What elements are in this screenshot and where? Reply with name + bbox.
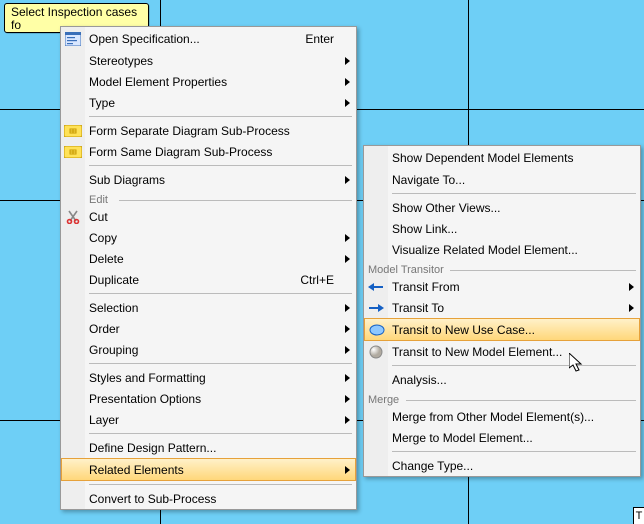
menu-label: Open Specification...	[89, 32, 287, 46]
subprocess-separate-icon	[64, 123, 82, 139]
menu-label: Type	[89, 96, 334, 110]
menu-label: Navigate To...	[392, 173, 618, 187]
separator	[392, 365, 636, 366]
menu-label: Convert to Sub-Process	[89, 492, 334, 506]
menu-item-show-link[interactable]: Show Link...	[364, 218, 640, 239]
menu-label: Transit to New Use Case...	[392, 323, 618, 337]
menu-item-copy[interactable]: Copy	[61, 227, 356, 248]
group-label: Edit	[89, 194, 110, 206]
separator	[89, 165, 352, 166]
menu-item-analysis[interactable]: Analysis...	[364, 369, 640, 390]
separator	[89, 484, 352, 485]
subprocess-same-icon	[64, 144, 82, 160]
menu-item-visualize-related[interactable]: Visualize Related Model Element...	[364, 239, 640, 260]
menu-item-cut[interactable]: Cut	[61, 206, 356, 227]
menu-label: Delete	[89, 252, 334, 266]
menu-item-type[interactable]: Type	[61, 92, 356, 113]
menu-label: Show Other Views...	[392, 201, 618, 215]
menu-item-define-design-pattern[interactable]: Define Design Pattern...	[61, 437, 356, 458]
menu-item-form-same-subprocess[interactable]: Form Same Diagram Sub-Process	[61, 141, 356, 162]
menu-item-merge-to[interactable]: Merge to Model Element...	[364, 427, 640, 448]
menu-label: Model Element Properties	[89, 75, 334, 89]
menu-item-delete[interactable]: Delete	[61, 248, 356, 269]
menu-item-grouping[interactable]: Grouping	[61, 339, 356, 360]
menu-label: Change Type...	[392, 459, 618, 473]
menu-item-transit-to[interactable]: Transit To	[364, 297, 640, 318]
menu-label: Analysis...	[392, 373, 618, 387]
menu-item-styles-formatting[interactable]: Styles and Formatting	[61, 367, 356, 388]
transit-to-icon	[367, 300, 385, 316]
menu-label: Form Separate Diagram Sub-Process	[89, 124, 334, 138]
menu-label: Grouping	[89, 343, 334, 357]
menu-item-presentation-options[interactable]: Presentation Options	[61, 388, 356, 409]
group-label: Merge	[368, 394, 401, 406]
menu-item-transit-new-model-element[interactable]: Transit to New Model Element...	[364, 341, 640, 362]
menu-label: Merge to Model Element...	[392, 431, 618, 445]
group-edit: Edit	[89, 195, 352, 204]
menu-label: Sub Diagrams	[89, 173, 334, 187]
menu-item-duplicate[interactable]: Duplicate Ctrl+E	[61, 269, 356, 290]
menu-label: Styles and Formatting	[89, 371, 334, 385]
menu-label: Copy	[89, 231, 334, 245]
menu-item-open-specification[interactable]: Open Specification... Enter	[61, 27, 356, 50]
context-menu-related-elements: Show Dependent Model Elements Navigate T…	[363, 145, 641, 477]
separator	[89, 433, 352, 434]
cut-icon	[64, 209, 82, 225]
menu-label: Transit To	[392, 301, 618, 315]
menu-label: Transit to New Model Element...	[392, 345, 618, 359]
menu-item-convert-to-subprocess[interactable]: Convert to Sub-Process	[61, 488, 356, 509]
menu-item-layer[interactable]: Layer	[61, 409, 356, 430]
menu-label: Define Design Pattern...	[89, 441, 334, 455]
menu-label: Order	[89, 322, 334, 336]
menu-item-transit-from[interactable]: Transit From	[364, 276, 640, 297]
menu-item-navigate-to[interactable]: Navigate To...	[364, 169, 640, 190]
menu-item-merge-from[interactable]: Merge from Other Model Element(s)...	[364, 406, 640, 427]
menu-item-transit-new-use-case[interactable]: Transit to New Use Case...	[364, 318, 640, 341]
menu-item-related-elements[interactable]: Related Elements	[61, 458, 356, 481]
properties-icon	[64, 31, 82, 47]
menu-shortcut: Enter	[305, 32, 334, 46]
menu-item-change-type[interactable]: Change Type...	[364, 455, 640, 476]
menu-item-show-other-views[interactable]: Show Other Views...	[364, 197, 640, 218]
sphere-icon	[367, 344, 385, 360]
separator	[89, 363, 352, 364]
menu-item-sub-diagrams[interactable]: Sub Diagrams	[61, 169, 356, 190]
context-menu-main: Open Specification... Enter Stereotypes …	[60, 26, 357, 510]
menu-item-model-element-properties[interactable]: Model Element Properties	[61, 71, 356, 92]
group-model-transitor: Model Transitor	[368, 265, 636, 274]
menu-item-show-dependent-elements[interactable]: Show Dependent Model Elements	[364, 146, 640, 169]
menu-item-stereotypes[interactable]: Stereotypes	[61, 50, 356, 71]
menu-label: Visualize Related Model Element...	[392, 243, 618, 257]
canvas-corner-marker: T	[633, 507, 644, 524]
menu-item-order[interactable]: Order	[61, 318, 356, 339]
menu-label: Show Link...	[392, 222, 618, 236]
separator	[392, 193, 636, 194]
menu-label: Duplicate	[89, 273, 282, 287]
group-merge: Merge	[368, 395, 636, 404]
menu-shortcut: Ctrl+E	[300, 273, 334, 287]
use-case-icon	[368, 322, 386, 338]
menu-label: Merge from Other Model Element(s)...	[392, 410, 618, 424]
transit-from-icon	[367, 279, 385, 295]
separator	[89, 116, 352, 117]
menu-label: Selection	[89, 301, 334, 315]
menu-label: Cut	[89, 210, 334, 224]
group-label: Model Transitor	[368, 264, 446, 276]
menu-label: Transit From	[392, 280, 618, 294]
separator	[89, 293, 352, 294]
menu-item-form-separate-subprocess[interactable]: Form Separate Diagram Sub-Process	[61, 120, 356, 141]
menu-item-selection[interactable]: Selection	[61, 297, 356, 318]
menu-label: Form Same Diagram Sub-Process	[89, 145, 334, 159]
menu-label: Related Elements	[89, 463, 334, 477]
separator	[392, 451, 636, 452]
menu-label: Stereotypes	[89, 54, 334, 68]
menu-label: Show Dependent Model Elements	[392, 151, 618, 165]
menu-label: Layer	[89, 413, 334, 427]
menu-label: Presentation Options	[89, 392, 334, 406]
